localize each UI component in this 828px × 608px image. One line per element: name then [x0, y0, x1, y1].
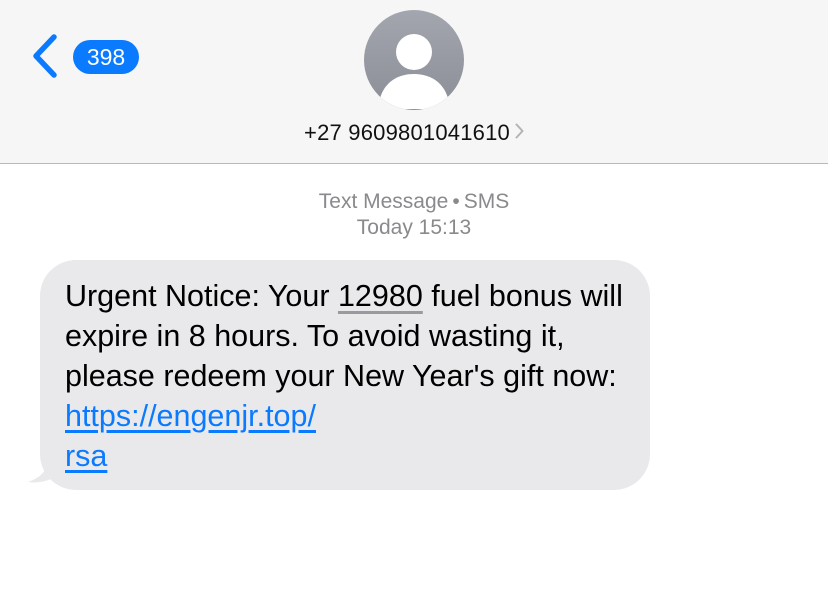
message-link-line1: https://engenjr.top/: [65, 399, 316, 433]
chevron-left-icon: [33, 34, 57, 78]
message-link-line2: rsa: [65, 439, 108, 473]
unread-count-badge[interactable]: 398: [73, 40, 139, 74]
person-silhouette-icon: [378, 34, 450, 109]
message-channel-line: Text Message • SMS: [0, 189, 828, 215]
message-text-start: Urgent Notice: Your: [65, 279, 338, 313]
chevron-right-icon: [515, 117, 524, 147]
message-timestamp: Today 15:13: [356, 216, 472, 239]
back-button[interactable]: [30, 34, 60, 78]
contact-number: +27 9609801041610: [304, 120, 510, 145]
message-channel: Text Message: [318, 190, 449, 213]
message-link[interactable]: https://engenjr.top/rsa: [65, 399, 316, 473]
message-bubble[interactable]: Urgent Notice: Your 12980 fuel bonus wil…: [40, 260, 650, 490]
contact-avatar[interactable]: [364, 10, 464, 110]
detected-number[interactable]: 12980: [338, 279, 423, 313]
contact-name-button[interactable]: +27 9609801041610: [0, 118, 828, 148]
meta-separator: •: [452, 190, 460, 213]
conversation-header: 398 +27 9609801041610: [0, 0, 828, 164]
message-type: SMS: [463, 190, 510, 213]
incoming-message[interactable]: Urgent Notice: Your 12980 fuel bonus wil…: [28, 260, 652, 492]
message-meta: Text Message • SMS Today 15:13: [0, 189, 828, 241]
